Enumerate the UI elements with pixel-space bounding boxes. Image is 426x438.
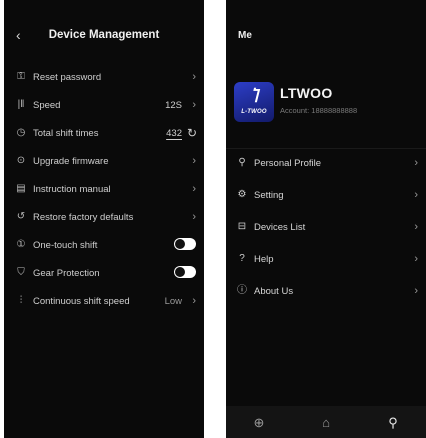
continuous-shift-speed-row[interactable]: ⫶ Continuous shift speed Low › [4, 288, 204, 316]
bottom-tab-bar: ⊕ ⌂ ⚲ [226, 406, 426, 438]
page-title: Device Management [48, 29, 160, 41]
header: ‹ Device Management [4, 25, 204, 45]
key-icon: ⚿ [17, 71, 25, 82]
person-icon: ⚲ [238, 157, 246, 168]
menu-item-label: Devices List [254, 222, 306, 233]
profile-account: Account: 18888888888 [280, 106, 358, 115]
person-icon[interactable]: ⚲ [384, 414, 402, 432]
menu-item-label: Setting [254, 190, 284, 201]
chevron-right-icon: › [414, 221, 418, 233]
total-shift-times-row: ◷ Total shift times 432 ↻ [4, 120, 204, 148]
speed-row[interactable]: |‖ Speed 12S › [4, 92, 204, 120]
clock-icon: ◷ [16, 127, 26, 138]
one-touch-shift-label: One-touch shift [33, 240, 98, 251]
gear-protection-label: Gear Protection [33, 268, 100, 279]
continuous-shift-speed-value: Low [164, 296, 182, 307]
logo-brand-text: L-TWOO [241, 109, 267, 115]
chevron-right-icon: › [192, 99, 196, 111]
shield-icon: ⛉ [17, 267, 25, 278]
menu-item-devices-list[interactable]: ⊟ Devices List › [226, 212, 426, 244]
settings-list: ⚿ Reset password › |‖ Speed 12S › ◷ Tota… [4, 64, 204, 316]
speed-label: Speed [33, 100, 61, 111]
continuous-shift-speed-label: Continuous shift speed [33, 296, 130, 307]
chevron-right-icon: › [192, 71, 196, 83]
upgrade-firmware-row[interactable]: ⊙ Upgrade firmware › [4, 148, 204, 176]
manual-icon: ▤ [16, 183, 26, 194]
gear-icon: ⚙ [237, 189, 247, 200]
speed-icon: |‖ [17, 99, 25, 110]
brand-logo: Ⴈ L-TWOO [234, 82, 274, 122]
menu-item-label: Help [254, 254, 274, 265]
instruction-manual-row[interactable]: ▤ Instruction manual › [4, 176, 204, 204]
me-menu: ⚲ Personal Profile › ⚙ Setting › ⊟ Devic… [226, 148, 426, 308]
speed-value: 12S [165, 100, 182, 111]
total-shift-times-label: Total shift times [33, 128, 99, 139]
device-management-screen: ‹ Device Management ⚿ Reset password › |… [4, 0, 204, 438]
instruction-manual-label: Instruction manual [33, 184, 111, 195]
gear-protection-row: ⛉ Gear Protection [4, 260, 204, 288]
one-touch-icon: ① [16, 239, 26, 250]
chevron-right-icon: › [192, 211, 196, 223]
menu-item-label: About Us [254, 286, 294, 297]
page-title: Me [238, 30, 252, 41]
logo-glyph-icon: Ⴈ [250, 89, 258, 106]
chevron-right-icon: › [414, 253, 418, 265]
gear-protection-toggle[interactable] [174, 266, 196, 278]
restore-factory-defaults-row[interactable]: ↺ Restore factory defaults › [4, 204, 204, 232]
upgrade-icon: ⊙ [16, 155, 26, 166]
chevron-right-icon: › [192, 183, 196, 195]
upgrade-firmware-label: Upgrade firmware [33, 156, 109, 167]
info-icon: ⓘ [237, 285, 247, 296]
menu-item-about-us[interactable]: ⓘ About Us › [226, 276, 426, 308]
one-touch-shift-toggle[interactable] [174, 238, 196, 250]
restore-icon: ↺ [16, 211, 26, 222]
profile-card[interactable]: Ⴈ L-TWOO LTWOO Account: 18888888888 [234, 82, 424, 124]
one-touch-shift-row: ① One-touch shift [4, 232, 204, 260]
refresh-icon[interactable]: ↻ [187, 125, 197, 141]
chevron-right-icon: › [414, 285, 418, 297]
menu-item-label: Personal Profile [254, 158, 322, 169]
chevron-right-icon: › [192, 155, 196, 167]
restore-factory-defaults-label: Restore factory defaults [33, 212, 134, 223]
menu-item-setting[interactable]: ⚙ Setting › [226, 180, 426, 212]
chevron-right-icon: › [192, 295, 196, 307]
globe-icon[interactable]: ⊕ [250, 414, 268, 432]
menu-item-help[interactable]: ? Help › [226, 244, 426, 276]
toggle-knob [175, 239, 185, 249]
chevron-right-icon: › [414, 189, 418, 201]
devices-list-icon: ⊟ [237, 221, 247, 232]
reset-password-label: Reset password [33, 72, 102, 83]
total-shift-times-value: 432 [166, 128, 182, 139]
continuous-shift-icon: ⫶ [19, 295, 23, 306]
divider [226, 148, 426, 149]
chevron-right-icon: › [414, 157, 418, 169]
reset-password-row[interactable]: ⚿ Reset password › [4, 64, 204, 92]
me-screen: Me Ⴈ L-TWOO LTWOO Account: 18888888888 ⚲… [226, 0, 426, 438]
help-icon: ? [239, 253, 245, 264]
profile-name: LTWOO [280, 85, 333, 101]
toggle-knob [175, 267, 185, 277]
menu-item-personal-profile[interactable]: ⚲ Personal Profile › [226, 148, 426, 180]
home-icon[interactable]: ⌂ [317, 414, 335, 432]
